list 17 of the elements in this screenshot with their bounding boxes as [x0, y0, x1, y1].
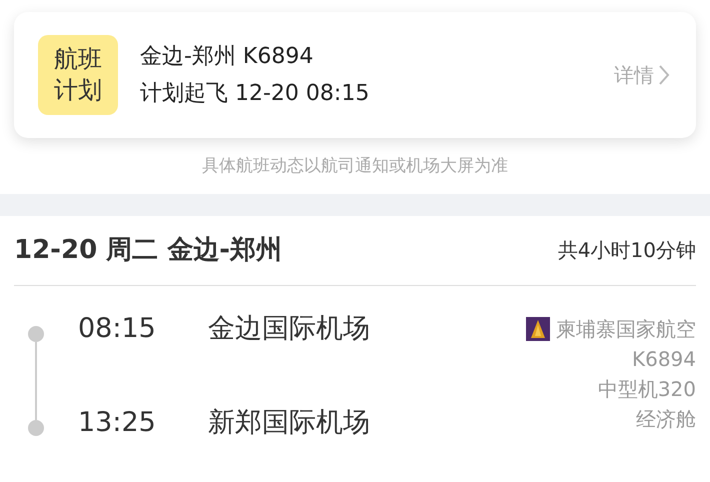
flight-number: K6894 [632, 346, 696, 372]
airline-logo-icon [526, 316, 550, 340]
airport-name: 金边国际机场 [208, 312, 370, 346]
cabin-class: 经济舱 [636, 406, 696, 432]
notice-text: 具体航班动态以航司通知或机场大屏为准 [202, 155, 508, 178]
duration-text: 共4小时10分钟 [558, 237, 696, 264]
time-text: 13:25 [78, 406, 157, 440]
route-flight-text: 金边-郑州 K6894 [140, 43, 314, 71]
chevron-right-icon [658, 64, 670, 86]
itinerary-title: 12-20 周二 金边-郑州 [14, 234, 282, 266]
details-link[interactable]: 详情 [614, 60, 670, 90]
airport-name: 新郑国际机场 [208, 406, 370, 440]
aircraft-type: 中型机320 [598, 376, 696, 402]
scheduled-departure-text: 计划起飞 12-20 08:15 [140, 80, 370, 108]
time-text: 08:15 [78, 312, 157, 346]
airline-name: 柬埔寨国家航空 [556, 316, 696, 342]
badge-text: 航班计划 [53, 44, 103, 106]
